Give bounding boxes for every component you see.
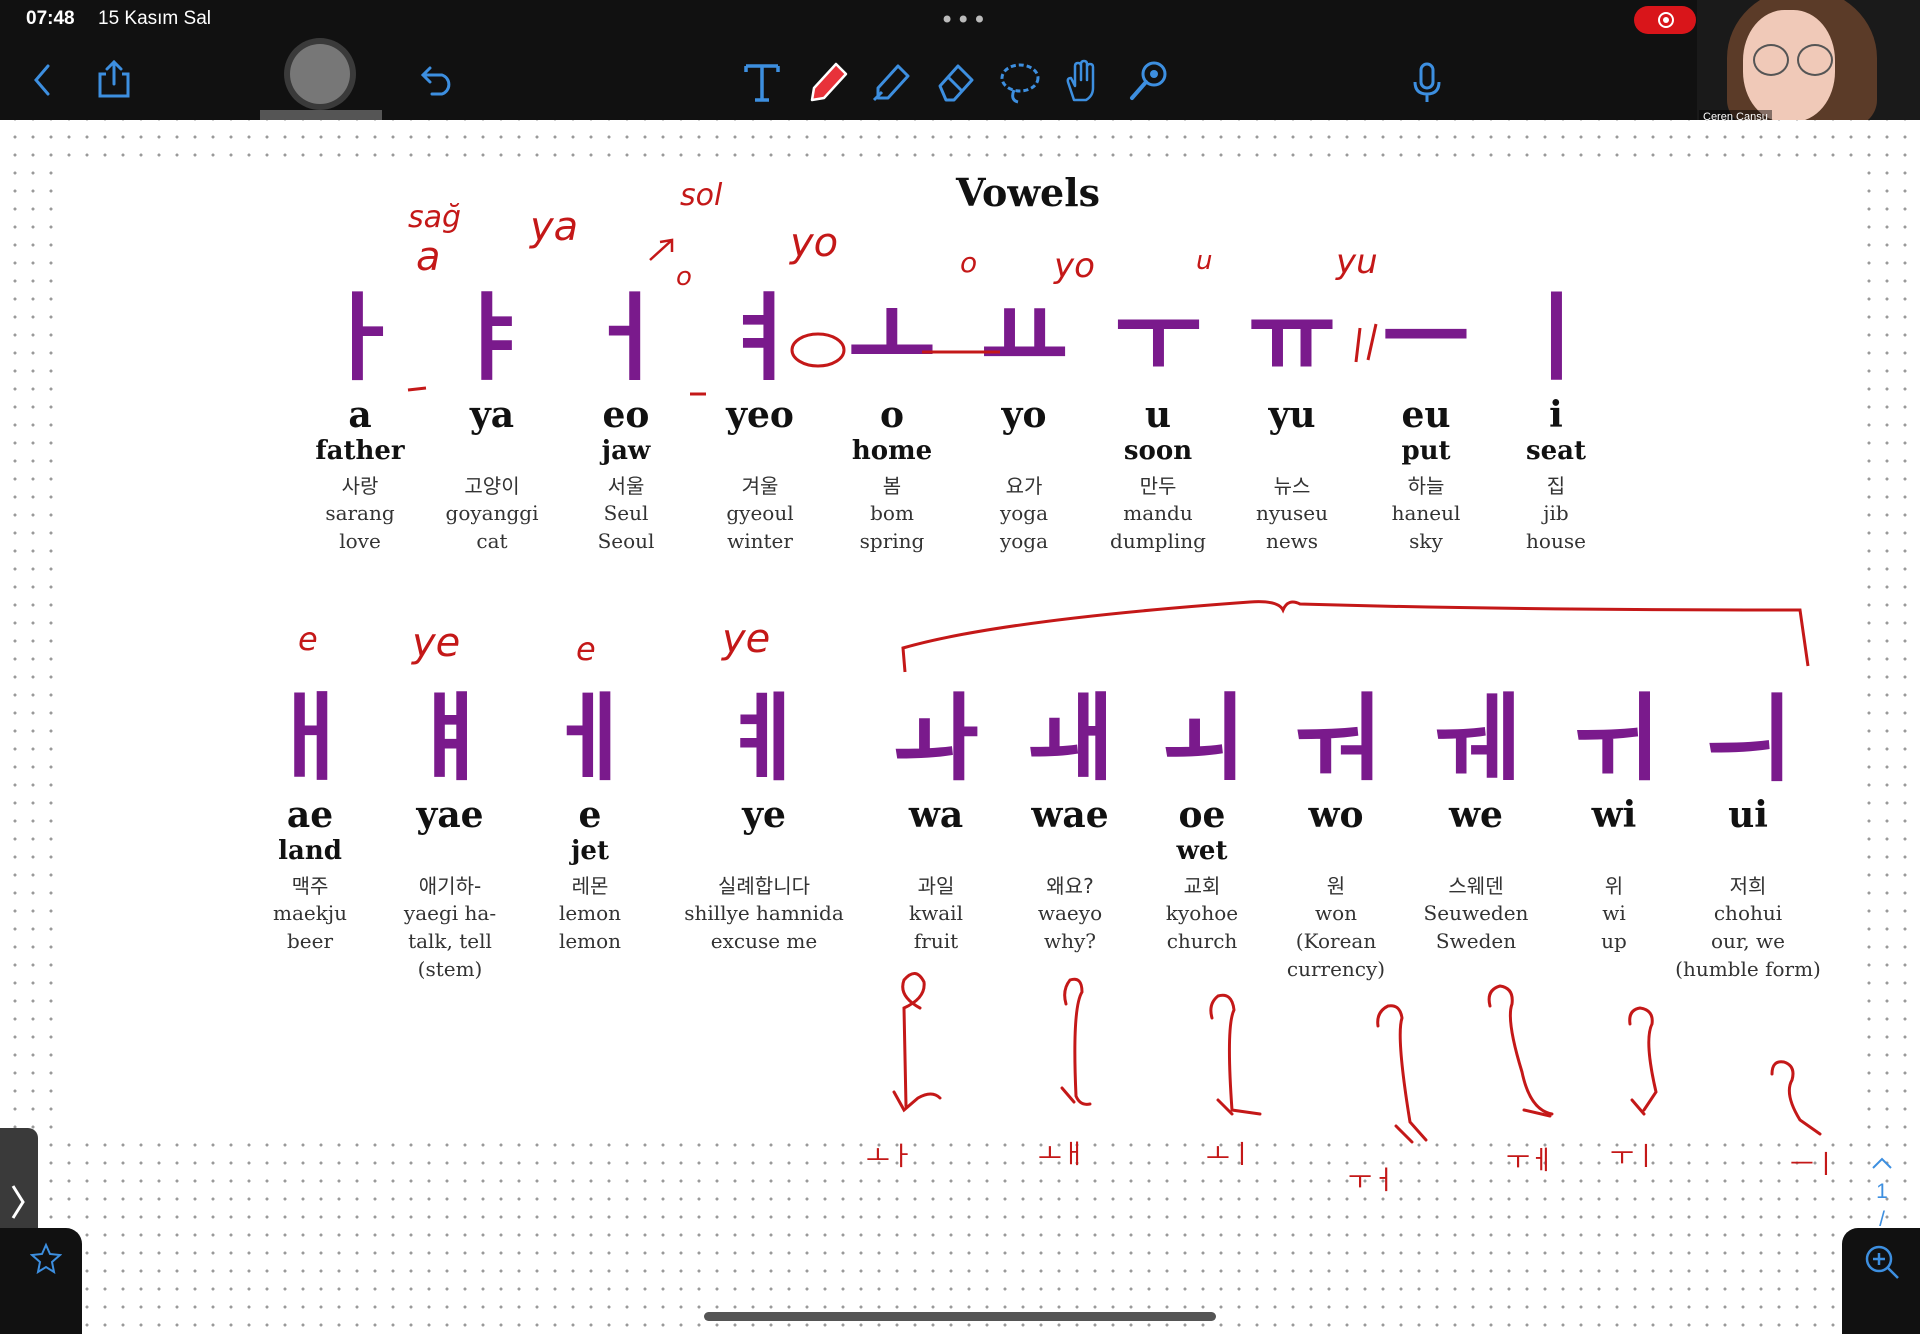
ink-annotation: ye	[412, 620, 461, 666]
glasses-left	[1753, 44, 1789, 76]
hand-tool-icon[interactable]	[1062, 58, 1102, 104]
ink-annotation: yu	[1336, 242, 1378, 282]
note-page[interactable]: Vowels ㅏ a father 사랑 sarang love ㅑ ya 고양이 goyangg…	[0, 120, 1920, 1334]
ink-annotation: ㅜㅓ	[1348, 1166, 1396, 1196]
ink-annotation: o	[676, 262, 692, 292]
highlighter-tool-icon[interactable]	[870, 58, 914, 104]
ink-annotation: ㅗㅣ	[1206, 1140, 1254, 1170]
record-icon	[1658, 12, 1674, 28]
status-time: 07:48	[26, 8, 75, 29]
ink-annotation: sol	[680, 178, 723, 213]
back-icon[interactable]	[28, 62, 58, 98]
ink-annotation: ㅗㅏ	[866, 1142, 914, 1172]
favorites-button[interactable]	[0, 1228, 82, 1334]
brace-mark	[901, 600, 1810, 673]
screen-recording-indicator[interactable]	[1634, 6, 1696, 34]
laser-pointer-icon[interactable]	[1126, 58, 1172, 104]
share-icon[interactable]	[96, 58, 132, 100]
microphone-icon[interactable]	[1412, 62, 1442, 104]
star-icon	[30, 1242, 62, 1274]
ink-annotation: e	[298, 620, 318, 658]
status-date: 15 Kasım Sal	[98, 8, 211, 29]
zoom-in-icon	[1865, 1245, 1899, 1279]
ink-annotation: ㅜㅣ	[1610, 1142, 1658, 1172]
ink-annotation: ㅜㅔ	[1506, 1146, 1554, 1176]
ink-annotation: ㅡㅣ	[1790, 1150, 1838, 1180]
status-bar: 07:48 15 Kasım Sal •••	[0, 0, 1920, 40]
video-thumbnail[interactable]: Ceren Cansu	[1697, 0, 1920, 126]
lasso-tool-icon[interactable]	[998, 60, 1042, 104]
ink-annotation: e	[576, 630, 596, 668]
ink-annotation: yo	[1054, 246, 1095, 286]
zoom-button[interactable]	[1842, 1228, 1920, 1334]
underline-mark	[407, 386, 706, 396]
toolbar	[0, 40, 1920, 120]
ink-annotation: u	[1196, 246, 1213, 276]
glasses-right	[1797, 44, 1833, 76]
page-up-icon[interactable]	[1870, 1156, 1894, 1170]
ink-annotation: sağ	[408, 200, 462, 235]
text-tool-icon[interactable]	[742, 60, 782, 104]
eraser-tool-icon[interactable]	[934, 60, 978, 104]
page-current: 1	[1876, 1180, 1888, 1203]
ink-annotation: yo	[790, 220, 839, 266]
home-indicator[interactable]	[704, 1312, 1216, 1321]
ink-annotation: ㅗㅐ	[1038, 1140, 1086, 1170]
multitasking-dots-icon[interactable]: •••	[940, 6, 988, 34]
ink-annotation: ye	[722, 616, 771, 662]
pen-tool-icon[interactable]	[808, 58, 852, 104]
arrow-mark	[649, 238, 674, 261]
ink-annotation: ya	[530, 204, 579, 250]
ink-annotation: o	[960, 246, 978, 279]
pen-color-picker[interactable]	[290, 44, 350, 104]
undo-icon[interactable]	[420, 64, 456, 96]
chevron-right-icon	[11, 1185, 25, 1219]
ink-annotation: a	[416, 234, 441, 280]
